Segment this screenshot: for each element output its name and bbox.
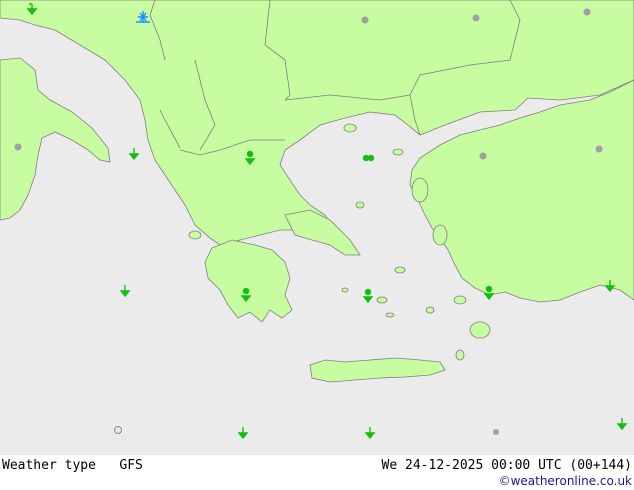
overcast-dot-symbol — [595, 145, 603, 153]
overcast-dot-symbol — [583, 8, 591, 16]
model-label: GFS — [119, 458, 143, 473]
drizzle-symbol — [362, 154, 375, 162]
product-label: Weather type GFS — [2, 458, 143, 473]
credit-link[interactable]: ©weatheronline.co.uk — [499, 474, 632, 488]
overcast-dot-symbol — [493, 429, 499, 435]
footer-bar: Weather type GFS We 24-12-2025 00:00 UTC… — [0, 455, 634, 490]
overcast-dot-symbol — [479, 152, 487, 160]
overcast-dot-symbol — [14, 143, 22, 151]
overcast-dot-symbol — [361, 16, 369, 24]
overcast-dot-symbol — [472, 14, 480, 22]
forecast-datetime: We 24-12-2025 00:00 UTC (00+144) — [381, 458, 632, 473]
weather-map — [0, 0, 634, 455]
